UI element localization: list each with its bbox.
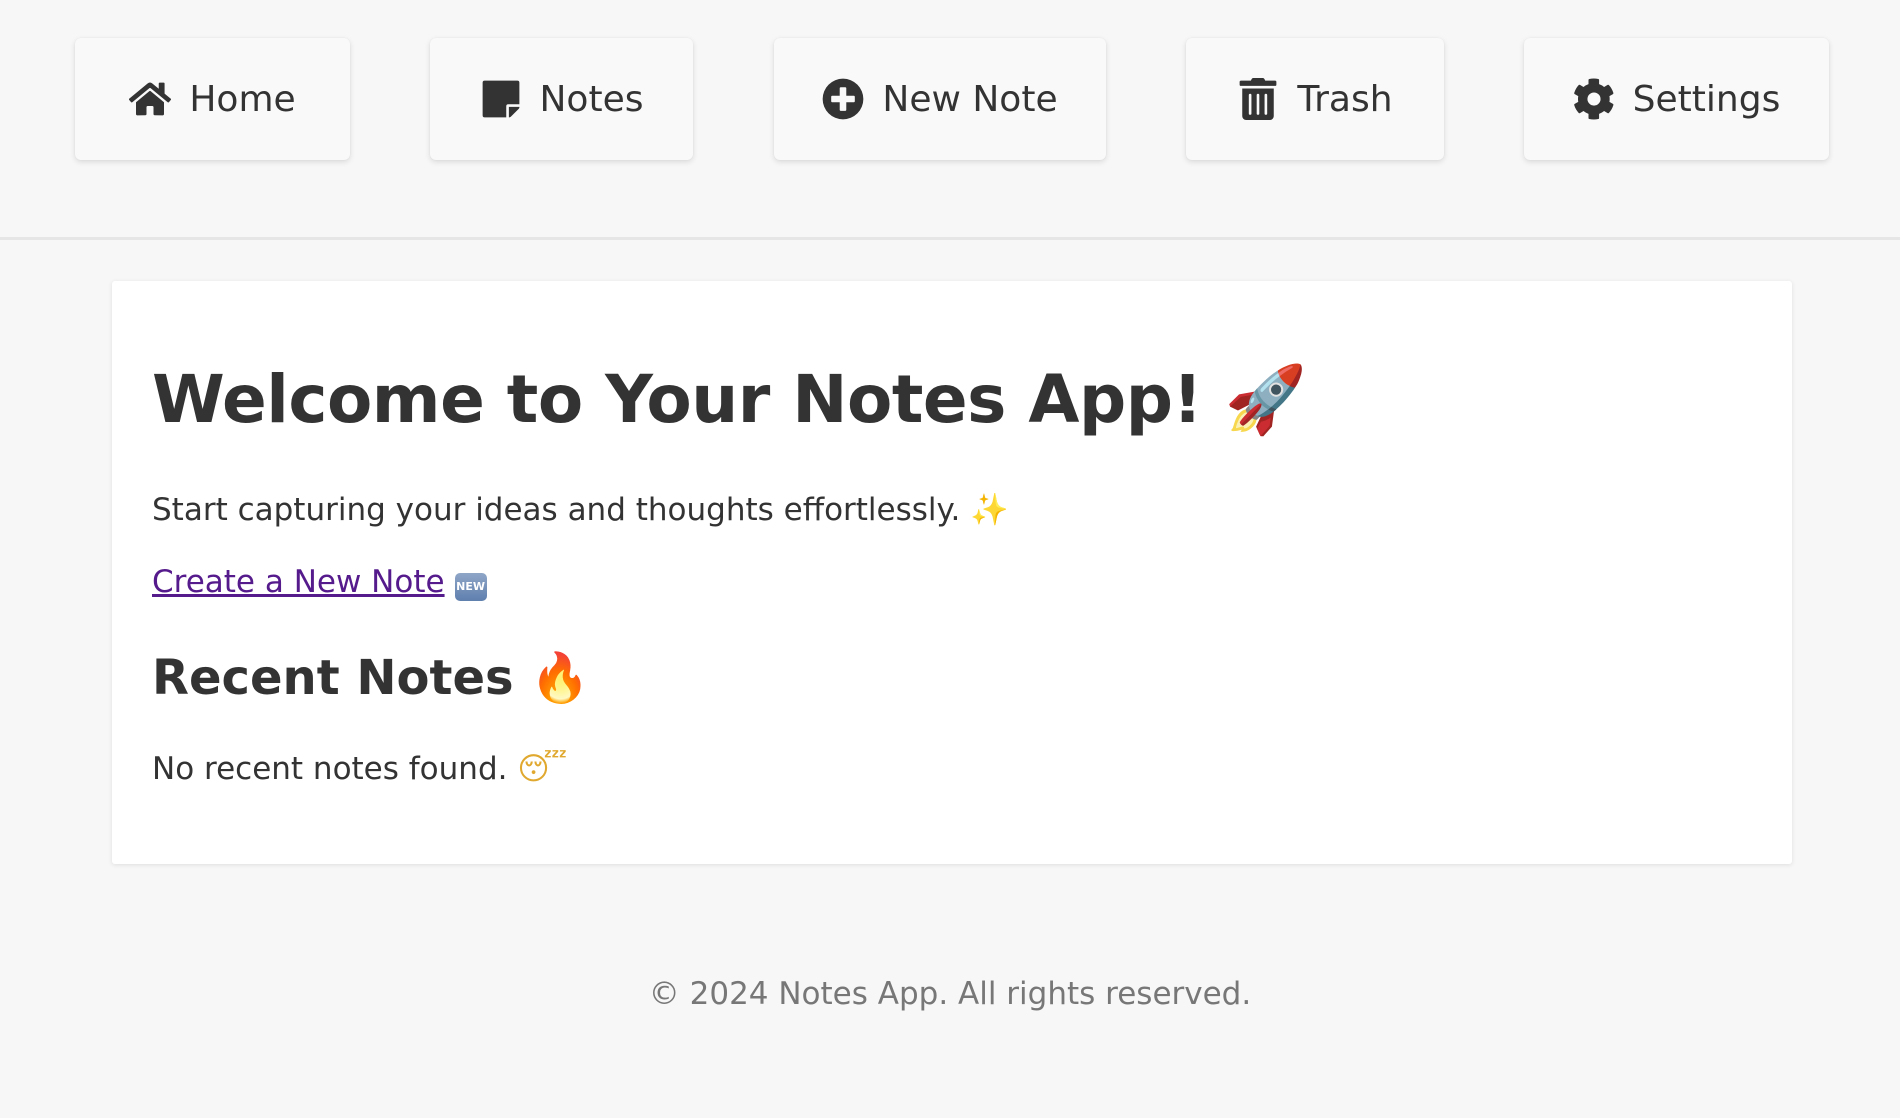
- nav-new-note-button[interactable]: New Note: [774, 38, 1106, 160]
- rocket-icon: 🚀: [1224, 361, 1307, 438]
- nav-settings-label: Settings: [1632, 78, 1781, 120]
- welcome-card: Welcome to Your Notes App! 🚀 Start captu…: [112, 281, 1792, 864]
- new-badge-icon: NEW: [454, 573, 487, 601]
- page-title: Welcome to Your Notes App! 🚀: [152, 361, 1307, 439]
- nav-home-button[interactable]: Home: [75, 38, 350, 160]
- nav-trash-label: Trash: [1297, 78, 1393, 120]
- footer-copyright: © 2024 Notes App. All rights reserved.: [648, 976, 1252, 1012]
- nav-new-note-label: New Note: [882, 78, 1058, 120]
- nav-notes-label: Notes: [539, 78, 644, 120]
- nav-home-label: Home: [189, 78, 296, 120]
- intro-text: Start capturing your ideas and thoughts …: [152, 491, 1009, 528]
- recent-notes-heading-text: Recent Notes: [152, 650, 514, 706]
- recent-notes-heading: Recent Notes 🔥: [152, 649, 590, 706]
- top-navigation: Home Notes New Note Trash Settings: [0, 0, 1900, 240]
- nav-trash-button[interactable]: Trash: [1186, 38, 1444, 160]
- nav-settings-button[interactable]: Settings: [1524, 38, 1829, 160]
- home-icon: [129, 78, 172, 120]
- empty-recent-text: No recent notes found.: [152, 751, 508, 787]
- create-new-note-label: Create a New Note: [152, 564, 445, 600]
- create-new-note-link[interactable]: Create a New Note NEW: [152, 564, 487, 601]
- page-title-text: Welcome to Your Notes App!: [152, 361, 1203, 438]
- sparkles-icon: ✨: [970, 492, 1009, 528]
- plus-circle-icon: [822, 78, 864, 120]
- sleeping-face-icon: 😴: [517, 751, 568, 787]
- gear-icon: [1573, 78, 1615, 120]
- empty-recent-message: No recent notes found. 😴: [152, 751, 567, 787]
- fire-icon: 🔥: [530, 650, 591, 706]
- trash-icon: [1237, 78, 1279, 120]
- nav-notes-button[interactable]: Notes: [430, 38, 693, 160]
- intro-text-body: Start capturing your ideas and thoughts …: [152, 492, 961, 528]
- sticky-note-icon: [480, 78, 522, 120]
- footer: © 2024 Notes App. All rights reserved.: [0, 976, 1900, 1012]
